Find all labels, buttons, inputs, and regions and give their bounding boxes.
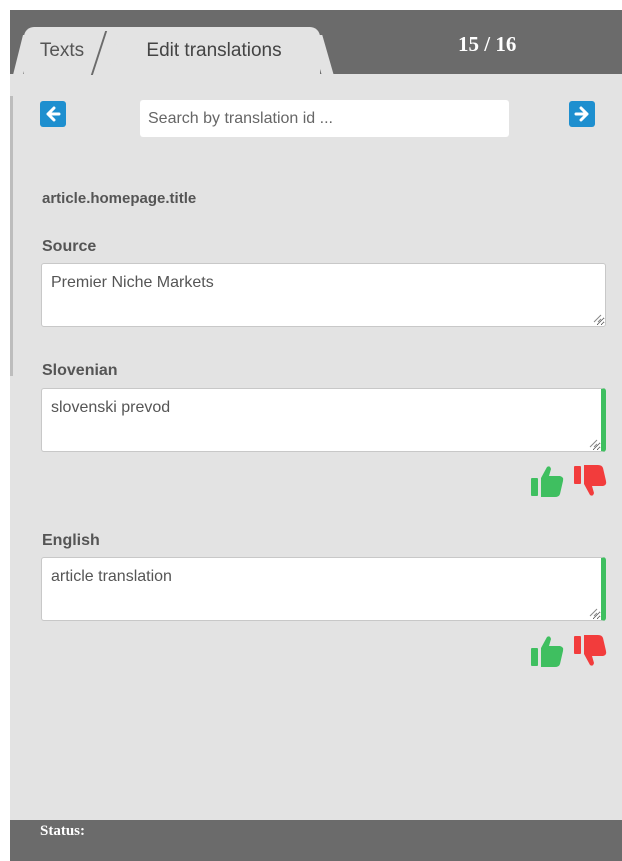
arrow-left-icon (46, 106, 61, 122)
english-label: English (42, 532, 100, 549)
slovenian-label: Slovenian (42, 362, 118, 379)
thumbs-down-icon (574, 635, 607, 666)
reject-button[interactable] (571, 631, 611, 671)
tab-edit-translations[interactable]: Edit translations (108, 27, 320, 75)
resize-grip-icon[interactable] (592, 313, 602, 323)
approve-button[interactable] (528, 461, 568, 501)
search-input[interactable] (140, 100, 509, 137)
scrollbar[interactable] (10, 96, 13, 376)
thumbs-down-icon (574, 465, 607, 496)
resize-grip-icon[interactable] (588, 607, 598, 617)
english-text: article translation (51, 568, 172, 585)
translation-editor: Texts Edit translations 15 / 16 article.… (10, 10, 622, 861)
reject-button[interactable] (571, 461, 611, 501)
english-vote-controls (528, 631, 611, 671)
slovenian-text: slovenski prevod (51, 399, 171, 416)
source-text: Premier Niche Markets (51, 274, 214, 291)
next-button[interactable] (569, 101, 595, 127)
previous-button[interactable] (40, 101, 66, 127)
arrow-right-icon (574, 106, 589, 122)
source-textarea[interactable]: Premier Niche Markets (41, 263, 606, 327)
slovenian-vote-controls (528, 461, 611, 501)
approve-button[interactable] (528, 631, 568, 671)
tab-edit-translations-label: Edit translations (146, 40, 282, 61)
item-counter: 15 / 16 (458, 32, 517, 56)
thumbs-up-icon (531, 466, 564, 497)
english-textarea[interactable]: article translation (41, 557, 606, 621)
thumbs-up-icon (531, 636, 564, 667)
status-bar (10, 820, 622, 861)
status-label: Status: (40, 823, 86, 839)
tab-texts-label: Texts (39, 40, 85, 61)
slovenian-textarea[interactable]: slovenski prevod (41, 388, 606, 452)
translation-id: article.homepage.title (42, 190, 197, 207)
resize-grip-icon[interactable] (588, 438, 598, 448)
source-label: Source (42, 238, 97, 255)
